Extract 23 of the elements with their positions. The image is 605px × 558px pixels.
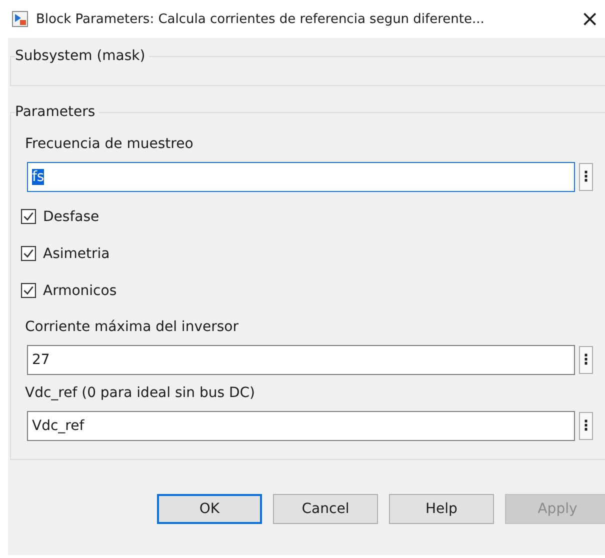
input-field[interactable]: Vdc_ref	[27, 411, 575, 441]
window-title: Block Parameters: Calcula corrientes de referencia segun diferente...	[36, 12, 486, 26]
dialog-button[interactable]: OK	[157, 494, 262, 524]
input-field[interactable]: 27	[27, 345, 575, 375]
checkbox-label: Asimetria	[43, 246, 110, 262]
parameter-label: Vdc_ref (0 para ideal sin bus DC)	[25, 385, 256, 401]
parameter-label: Corriente máxima del inversor	[25, 319, 240, 335]
group-title: Parameters	[15, 104, 96, 120]
dialog-button[interactable]: Help	[389, 494, 494, 524]
checkbox[interactable]	[21, 283, 36, 298]
checkbox-label: Armonicos	[43, 282, 117, 298]
dialog-button[interactable]: Cancel	[273, 494, 378, 524]
group-title: Subsystem (mask)	[15, 48, 146, 64]
input-field[interactable]: fs	[27, 162, 575, 192]
more-button[interactable]: ⋮	[579, 346, 593, 374]
close-button[interactable]: ×	[572, 6, 605, 32]
checkbox-label: Desfase	[43, 208, 100, 224]
more-button[interactable]: ⋮	[579, 163, 593, 191]
more-button[interactable]: ⋮	[579, 412, 593, 440]
checkbox[interactable]	[21, 246, 36, 261]
block-icon	[12, 11, 28, 27]
checkbox[interactable]	[21, 209, 36, 224]
parameter-label: Frecuencia de muestreo	[25, 136, 194, 152]
